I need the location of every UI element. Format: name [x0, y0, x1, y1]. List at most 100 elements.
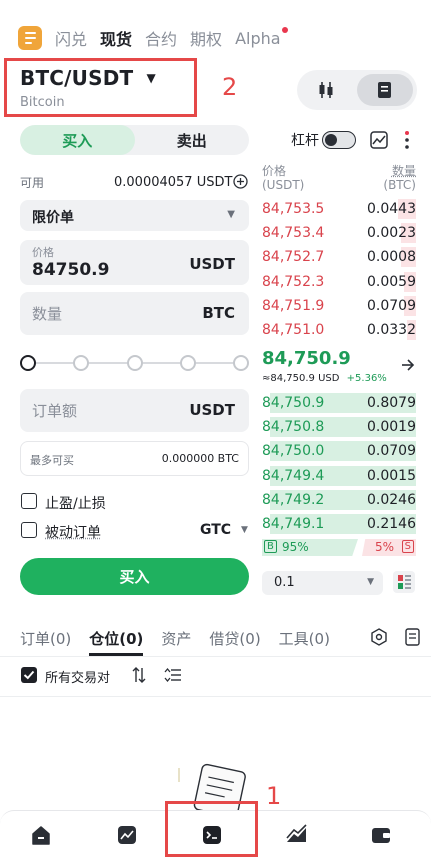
tab-orders[interactable]: 订单(0)	[20, 628, 71, 656]
ask-qty: 0.0008	[367, 249, 416, 266]
slider-stop-100[interactable]	[233, 355, 249, 371]
slider-stop-0[interactable]	[20, 355, 36, 371]
bid-row[interactable]: 84,750.0 0.0709	[262, 439, 416, 463]
tab-convert[interactable]: 闪兑	[55, 26, 87, 50]
ask-row[interactable]: 84,752.3 0.0059	[262, 270, 416, 294]
tab-options[interactable]: 期权	[190, 26, 222, 50]
last-price[interactable]: 84,750.9	[262, 348, 351, 369]
order-amount-field[interactable]: 订单额 USDT	[20, 389, 249, 432]
post-only-label: 被动订单	[45, 525, 101, 541]
bid-qty: 0.0246	[367, 491, 416, 508]
quantity-field[interactable]: 数量 BTC	[20, 292, 249, 335]
post-only-checkbox[interactable]	[21, 522, 37, 538]
buy-tab[interactable]: 买入	[20, 125, 135, 155]
leverage-label: 杠杆	[291, 133, 319, 149]
pair-name: Bitcoin	[20, 95, 65, 110]
more-icon[interactable]	[404, 130, 410, 150]
available-label: 可用	[20, 176, 45, 190]
available-value: 0.00004057 USDT	[114, 175, 233, 190]
tab-spot[interactable]: 现货	[100, 26, 132, 50]
add-funds-icon[interactable]	[233, 174, 248, 189]
tab-alpha-label: Alpha	[235, 28, 281, 48]
arrow-right-icon[interactable]	[401, 359, 415, 371]
filter-icon[interactable]	[164, 666, 182, 684]
home-icon[interactable]	[30, 824, 52, 846]
settings-icon[interactable]	[370, 628, 388, 646]
time-in-force-select[interactable]: GTC ▼	[200, 522, 248, 538]
slider-stop-25[interactable]	[73, 355, 89, 371]
quantity-unit: BTC	[202, 304, 235, 322]
pair-selector[interactable]: BTC/USDT ▼	[20, 66, 156, 90]
tpsl-checkbox[interactable]	[21, 493, 37, 509]
sell-ratio: 5%	[374, 540, 394, 554]
top-nav: 闪兑 现货 合约 期权 Alpha	[18, 22, 288, 54]
price-field[interactable]: 价格 84750.9 USDT	[20, 240, 249, 285]
menu-icon[interactable]	[18, 26, 42, 50]
tab-alpha[interactable]: Alpha	[235, 26, 288, 48]
order-tabs: 订单(0) 仓位(0) 资产 借贷(0) 工具(0)	[20, 628, 330, 656]
precision-select[interactable]: 0.1 ▼	[262, 571, 383, 595]
tab-futures[interactable]: 合约	[145, 26, 177, 50]
bid-row[interactable]: 84,749.4 0.0015	[262, 464, 416, 488]
annotation-label-1: 1	[266, 782, 282, 810]
ask-row[interactable]: 84,752.7 0.0008	[262, 245, 416, 269]
sell-tab[interactable]: 卖出	[135, 125, 250, 155]
caret-down-icon: ▼	[146, 71, 156, 85]
ask-row[interactable]: 84,751.9 0.0709	[262, 294, 416, 318]
all-pairs-label: 所有交易对	[45, 671, 111, 686]
bid-qty: 0.2146	[367, 516, 416, 532]
bid-price: 84,749.2	[262, 491, 325, 508]
orderbook-view-button[interactable]	[357, 74, 413, 106]
bid-qty: 0.0019	[367, 419, 416, 436]
order-amount-placeholder: 订单额	[32, 402, 78, 420]
ask-row[interactable]: 84,753.4 0.0023	[262, 221, 416, 245]
wallet-icon[interactable]	[370, 824, 392, 846]
max-buy-label: 最多可买	[30, 454, 74, 467]
bid-row[interactable]: 84,750.9 0.8079	[262, 391, 416, 415]
annotation-label-2: 2	[222, 73, 238, 101]
futures-icon[interactable]	[285, 824, 309, 846]
buy-submit-button[interactable]: 买入	[20, 558, 249, 595]
divider	[0, 696, 431, 697]
order-type-select[interactable]: 限价单 ▼	[20, 200, 249, 231]
leverage-switch[interactable]	[322, 131, 356, 149]
chart-icon[interactable]	[369, 130, 389, 150]
ob-qty-unit: (BTC)	[383, 178, 416, 192]
markets-icon[interactable]	[116, 824, 138, 846]
ask-row[interactable]: 84,753.5 0.0443	[262, 197, 416, 221]
quantity-placeholder: 数量	[32, 305, 63, 323]
candlestick-icon[interactable]	[316, 80, 336, 100]
ask-qty: 0.0709	[367, 297, 416, 314]
sort-icon[interactable]	[131, 666, 147, 684]
ask-row[interactable]: 84,751.0 0.0332	[262, 318, 416, 342]
tab-tools[interactable]: 工具(0)	[279, 628, 330, 656]
tab-assets[interactable]: 资产	[161, 628, 191, 656]
bid-row[interactable]: 84,749.1 0.2146	[262, 512, 416, 536]
order-history-icon[interactable]	[405, 628, 420, 646]
ask-qty: 0.0059	[367, 273, 416, 290]
ob-price-label: 价格	[262, 164, 287, 178]
bid-row[interactable]: 84,749.2 0.0246	[262, 488, 416, 512]
slider-stop-50[interactable]	[127, 355, 143, 371]
ob-qty-label: 数量	[391, 164, 416, 178]
price-value: 84750.9	[32, 260, 110, 280]
price-change: +5.36%	[346, 373, 387, 384]
bid-qty: 0.0015	[367, 467, 416, 484]
bid-row[interactable]: 84,750.8 0.0019	[262, 415, 416, 439]
switch-knob	[325, 133, 337, 146]
tab-positions[interactable]: 仓位(0)	[89, 628, 144, 656]
all-pairs-checkbox[interactable]	[21, 667, 37, 683]
order-type-value: 限价单	[32, 210, 74, 226]
max-buy-value: 0.000000 BTC	[161, 452, 239, 465]
view-toggle[interactable]	[297, 70, 417, 110]
depth-mode-icon[interactable]	[393, 571, 415, 593]
price-label: 价格	[32, 246, 54, 259]
annotation-box-1	[165, 801, 258, 857]
ask-price: 84,752.3	[262, 273, 325, 290]
ask-qty: 0.0443	[367, 201, 416, 217]
notification-dot	[281, 26, 288, 33]
buy-tag: B	[264, 540, 277, 553]
tab-loans[interactable]: 借贷(0)	[209, 628, 260, 656]
slider-stop-75[interactable]	[180, 355, 196, 371]
document-icon	[376, 81, 394, 99]
